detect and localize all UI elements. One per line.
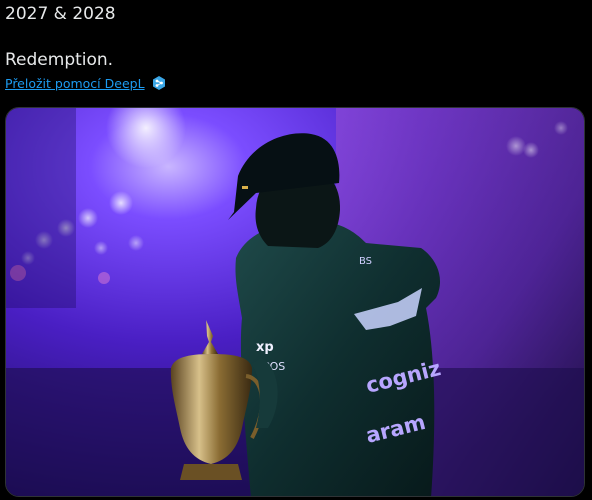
deepl-icon[interactable] [151,75,167,91]
svg-text:BS: BS [359,256,372,267]
translate-row: Přeložit pomocí DeepL [5,74,167,92]
tweet: 2027 & 2028 Redemption. Přeložit pomocí … [0,0,592,500]
tweet-text-line-1: 2027 & 2028 [5,4,116,24]
tweet-text-line-2: Redemption. [5,50,114,70]
svg-text:xp: xp [256,340,274,355]
translate-link[interactable]: Přeložit pomocí DeepL [5,76,145,91]
tweet-photo[interactable]: xp EPOS cogniz aram BS [5,107,585,497]
